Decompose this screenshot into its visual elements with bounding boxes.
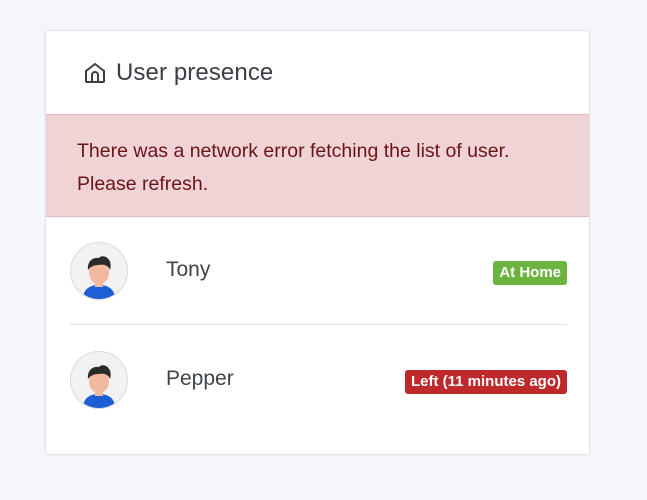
status-badge: At Home xyxy=(493,261,567,285)
card-title: User presence xyxy=(116,58,274,86)
card-header: User presence xyxy=(46,31,589,114)
alert-line-1: There was a network error fetching the l… xyxy=(77,140,510,162)
home-icon xyxy=(83,61,107,85)
user-presence-card: User presence There was a network error … xyxy=(45,30,590,455)
user-row-pepper: Pepper Left (11 minutes ago) xyxy=(70,351,567,411)
user-avatar-icon xyxy=(70,242,128,300)
status-badge: Left (11 minutes ago) xyxy=(404,370,567,394)
user-name: Tony xyxy=(166,258,211,281)
user-name: Pepper xyxy=(166,367,234,390)
network-error-alert: There was a network error fetching the l… xyxy=(46,114,589,217)
user-avatar-icon xyxy=(70,351,128,409)
divider xyxy=(70,324,567,325)
user-row-tony: Tony At Home xyxy=(70,242,567,302)
alert-line-2: Please refresh. xyxy=(77,173,209,195)
